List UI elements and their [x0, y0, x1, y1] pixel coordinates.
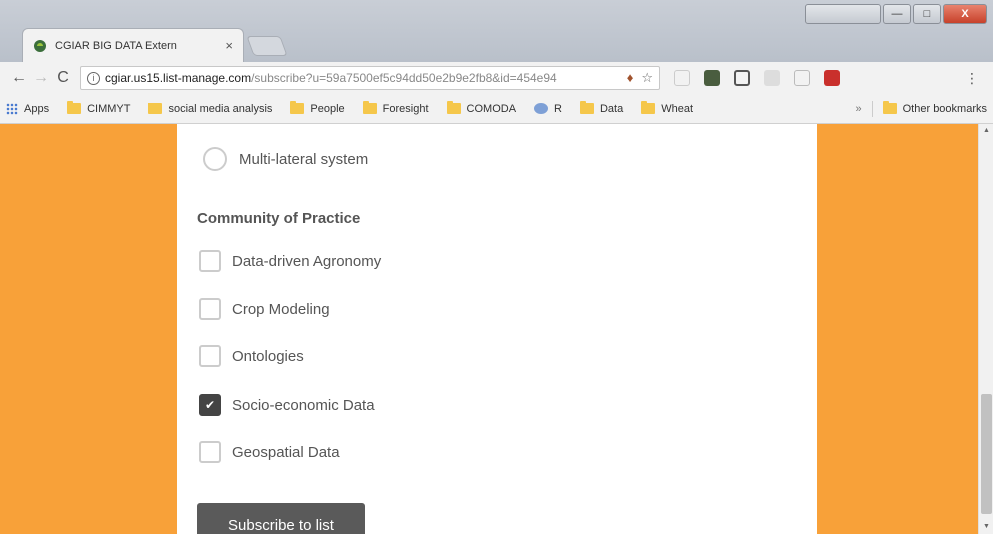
checkbox-label: Ontologies	[232, 347, 304, 365]
checkbox-checked[interactable]: ✔	[199, 394, 221, 416]
window-extension-icon[interactable]	[734, 70, 750, 86]
bookmark-comoda[interactable]: COMODA	[446, 101, 517, 115]
checkbox-geospatial-data[interactable]: Geospatial Data	[199, 441, 340, 463]
bookmark-r[interactable]: R	[534, 103, 562, 115]
user-profile-button[interactable]	[805, 4, 881, 24]
checkbox-socio-economic-data[interactable]: ✔ Socio-economic Data	[199, 394, 375, 416]
folder-icon	[362, 101, 377, 114]
close-window-button[interactable]: X	[943, 4, 987, 24]
folder-icon	[579, 101, 594, 114]
signup-form: Multi-lateral system Community of Practi…	[177, 124, 817, 534]
camera-extension-icon[interactable]	[704, 70, 720, 86]
extension-icon[interactable]: ♦	[627, 70, 634, 86]
bookmark-label: R	[554, 102, 562, 115]
back-button[interactable]: ←	[8, 69, 30, 87]
section-title: Community of Practice	[197, 210, 361, 227]
url-path: /subscribe?u=59a7500ef5c94dd50e2b9e2fb8&…	[251, 71, 557, 85]
bookmark-data[interactable]: Data	[579, 101, 624, 115]
bookmark-label: Apps	[24, 102, 50, 115]
address-bar[interactable]: i cgiar.us15.list-manage.com/subscribe?u…	[80, 66, 660, 90]
subscribe-button[interactable]: Subscribe to list	[197, 503, 365, 534]
bookmarks-bar: Apps CIMMYT social media analysis People…	[0, 94, 993, 124]
bookmark-apps[interactable]: Apps	[6, 102, 50, 115]
reload-button[interactable]: C	[52, 69, 74, 87]
checkbox-ontologies[interactable]: Ontologies	[199, 345, 304, 367]
left-orange-panel	[0, 124, 177, 534]
bookmark-label: Other bookmarks	[902, 102, 987, 115]
new-tab-button[interactable]	[246, 36, 288, 56]
r-logo-icon	[534, 103, 549, 114]
checkbox-label: Data-driven Agronomy	[232, 252, 382, 270]
browser-tab[interactable]: CGIAR BIG DATA Extern ×	[22, 28, 244, 62]
checkbox-label: Crop Modeling	[232, 300, 330, 318]
red-extension-icon[interactable]	[824, 70, 840, 86]
checkbox-label: Socio-economic Data	[232, 396, 375, 414]
bookmark-wheat[interactable]: Wheat	[641, 101, 694, 115]
folder-icon	[446, 101, 461, 114]
page-viewport: Multi-lateral system Community of Practi…	[0, 124, 993, 534]
cast-extension-icon[interactable]	[794, 70, 810, 86]
bookmark-social-media-analysis[interactable]: social media analysis	[148, 102, 273, 115]
scroll-down-icon[interactable]: ▼	[979, 520, 993, 534]
other-bookmarks[interactable]: Other bookmarks	[882, 101, 987, 115]
extension-icons	[674, 70, 840, 86]
bookmark-divider	[871, 100, 873, 117]
more-bookmarks-icon[interactable]: »	[856, 103, 862, 115]
checkbox-label: Geospatial Data	[232, 443, 340, 461]
checkbox[interactable]	[199, 345, 221, 367]
forward-button[interactable]: →	[30, 69, 52, 87]
gray-extension-icon[interactable]	[764, 70, 780, 86]
bookmark-foresight[interactable]: Foresight	[362, 101, 429, 115]
browser-toolbar: ← → C i cgiar.us15.list-manage.com/subsc…	[0, 62, 993, 94]
checkmark-icon: ✔	[204, 398, 216, 412]
site-info-icon[interactable]: i	[87, 71, 100, 85]
checkbox[interactable]	[199, 298, 221, 320]
folder-icon	[67, 101, 82, 114]
apps-grid-icon	[6, 102, 18, 115]
folder-icon	[882, 101, 897, 114]
checkbox[interactable]	[199, 441, 221, 463]
scroll-thumb[interactable]	[981, 394, 992, 514]
folder-icon	[148, 102, 163, 114]
bookmark-label: Data	[599, 102, 624, 115]
bookmark-label: Foresight	[382, 102, 429, 115]
browser-menu-icon[interactable]: ⋮	[965, 70, 985, 87]
title-bar: CGIAR BIG DATA Extern × — □ X	[0, 0, 993, 62]
radio-label: Multi-lateral system	[239, 150, 369, 168]
window-controls: — □ X	[805, 4, 987, 24]
tab-title: CGIAR BIG DATA Extern	[55, 39, 177, 52]
checkbox-crop-modeling[interactable]: Crop Modeling	[199, 298, 330, 320]
folder-icon	[641, 101, 656, 114]
right-orange-panel	[817, 124, 978, 534]
minimize-button[interactable]: —	[883, 4, 911, 24]
page-scrollbar[interactable]: ▲ ▼	[978, 124, 993, 534]
radio-option-multilateral[interactable]: Multi-lateral system	[203, 147, 368, 171]
folder-icon	[290, 101, 305, 114]
bookmark-label: People	[310, 102, 345, 115]
checkbox-data-driven-agronomy[interactable]: Data-driven Agronomy	[199, 250, 381, 272]
checkbox[interactable]	[199, 250, 221, 272]
cgiar-favicon-icon	[34, 39, 46, 52]
scroll-up-icon[interactable]: ▲	[979, 124, 993, 138]
url-host: cgiar.us15.list-manage.com	[105, 71, 252, 85]
bookmark-label: COMODA	[466, 102, 517, 115]
bookmark-cimmyt[interactable]: CIMMYT	[67, 101, 131, 115]
bookmark-people[interactable]: People	[290, 101, 345, 115]
bookmark-label: CIMMYT	[87, 102, 131, 115]
bookmark-label: social media analysis	[168, 102, 273, 115]
bookmark-label: Wheat	[661, 102, 694, 115]
maximize-button[interactable]: □	[913, 4, 941, 24]
bookmark-star-icon[interactable]: ☆	[641, 70, 653, 86]
radio-button[interactable]	[203, 147, 227, 171]
link-extension-icon[interactable]	[674, 70, 690, 86]
tab-close-icon[interactable]: ×	[225, 38, 233, 53]
